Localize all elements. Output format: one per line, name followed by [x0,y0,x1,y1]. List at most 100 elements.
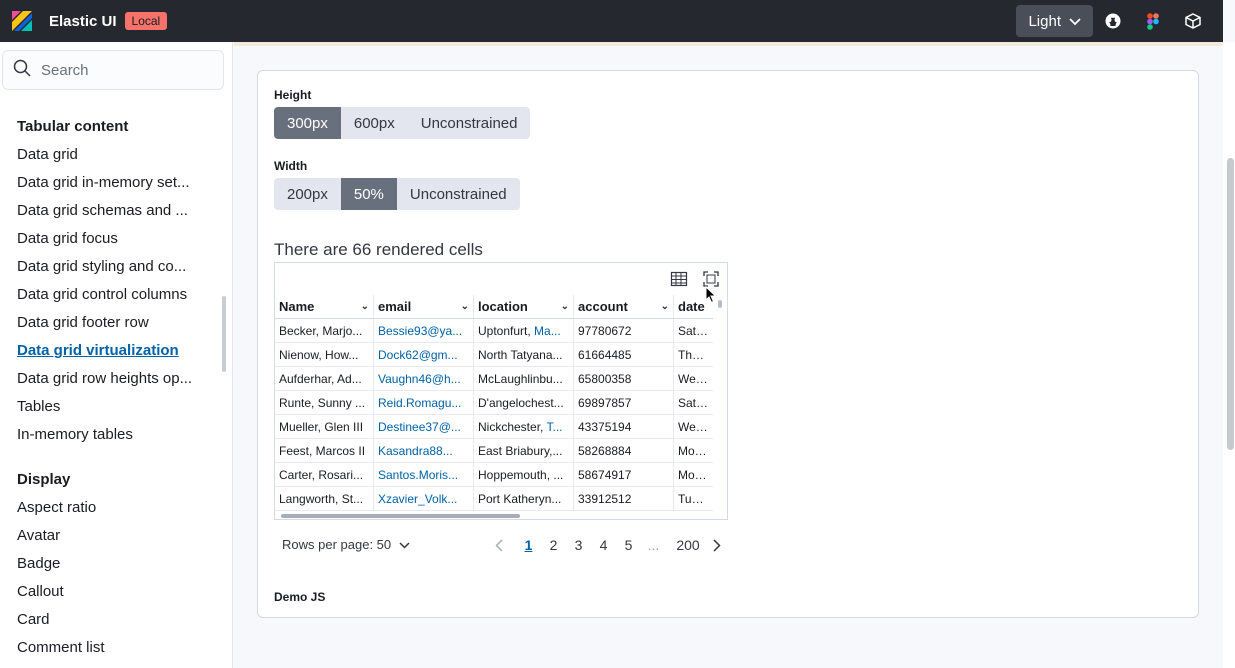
grid-vertical-scrollbar[interactable] [718,300,722,308]
figma-icon[interactable] [1133,5,1173,37]
sidebar-item-badge[interactable]: Badge [17,550,232,578]
cell-location[interactable]: Uptonfurt, Ma... [474,319,574,342]
width-unconstrained-button[interactable]: Unconstrained [396,178,520,210]
theme-switcher-button[interactable]: Light [1016,5,1093,37]
cell-email[interactable]: Vaughn46@h... [374,367,474,390]
cell-location[interactable]: McLaughlinbu... [474,367,574,390]
cell-email[interactable]: Dock62@gm... [374,343,474,366]
cell-date[interactable]: Thu A [674,343,713,366]
cell-date[interactable]: Wed J [674,367,713,390]
page-1-button[interactable]: 1 [516,537,541,553]
page-last-button[interactable]: 200 [666,537,710,553]
email-link[interactable]: Kasandra88... [378,444,469,458]
email-link[interactable]: Reid.Romagu... [378,396,469,410]
sidebar-item-data-grid-footer-row[interactable]: Data grid footer row [17,309,232,337]
sidebar-item-callout[interactable]: Callout [17,578,232,606]
email-link[interactable]: Dock62@gm... [378,348,469,362]
cell-email[interactable]: Santos.Moris... [374,463,474,486]
sidebar-item-data-grid-styling[interactable]: Data grid styling and co... [17,253,232,281]
height-unconstrained-button[interactable]: Unconstrained [407,107,531,139]
chevron-down-icon[interactable]: ⌄ [561,301,569,312]
cube-icon[interactable] [1173,5,1213,37]
sidebar-item-data-grid-control-columns[interactable]: Data grid control columns [17,281,232,309]
email-link[interactable]: Bessie93@ya... [378,324,469,338]
chevron-down-icon[interactable]: ⌄ [361,301,369,312]
cell-name[interactable]: Carter, Rosari... [275,463,374,486]
cell-location[interactable]: D'angelochest... [474,391,574,414]
sidebar-item-tables[interactable]: Tables [17,393,232,421]
chevron-down-icon[interactable]: ⌄ [661,301,669,312]
height-600px-button[interactable]: 600px [340,107,408,139]
cell-date[interactable]: Mon C [674,439,713,462]
cell-name[interactable]: Mueller, Glen III [275,415,374,438]
page-2-button[interactable]: 2 [541,537,566,553]
cell-name[interactable]: Feest, Marcos II [275,439,374,462]
rows-per-page-button[interactable]: Rows per page: 50 [282,537,410,552]
width-200px-button[interactable]: 200px [274,178,341,210]
brand-title[interactable]: Elastic UI [49,13,117,30]
sidebar-item-data-grid[interactable]: Data grid [17,141,232,169]
cell-account[interactable]: 58268884 [574,439,674,462]
chevron-down-icon[interactable]: ⌄ [461,301,469,312]
cell-email[interactable]: Reid.Romagu... [374,391,474,414]
sidebar-item-in-memory-tables[interactable]: In-memory tables [17,421,232,449]
cell-date[interactable]: Wed N [674,415,713,438]
location-link[interactable]: Ma... [534,324,561,338]
search-input[interactable]: Search [2,50,224,90]
cell-account[interactable]: 69897857 [574,391,674,414]
sidebar-item-data-grid-focus[interactable]: Data grid focus [17,225,232,253]
cell-name[interactable]: Runte, Sunny ... [275,391,374,414]
location-link[interactable]: T... [546,420,562,434]
cell-date[interactable]: Sat Ap [674,391,713,414]
cell-location[interactable]: East Briabury,... [474,439,574,462]
cell-account[interactable]: 61664485 [574,343,674,366]
cell-location[interactable]: Nickchester, T... [474,415,574,438]
email-link[interactable]: Destinee37@... [378,420,469,434]
column-header-email[interactable]: email ⌄ [374,295,474,318]
cell-email[interactable]: Bessie93@ya... [374,319,474,342]
column-header-location[interactable]: location ⌄ [474,295,574,318]
cell-name[interactable]: Nienow, How... [275,343,374,366]
sidebar-item-data-grid-schemas[interactable]: Data grid schemas and ... [17,197,232,225]
page-4-button[interactable]: 4 [591,537,616,553]
cell-email[interactable]: Destinee37@... [374,415,474,438]
github-icon[interactable] [1093,5,1133,37]
chevron-right-icon[interactable] [710,538,724,552]
sidebar-scrollbar[interactable] [222,296,226,372]
sidebar-item-data-grid-in-memory[interactable]: Data grid in-memory set... [17,169,232,197]
email-link[interactable]: Vaughn46@h... [378,372,469,386]
column-header-name[interactable]: Name ⌄ [275,295,374,318]
height-300px-button[interactable]: 300px [274,107,341,139]
cell-account[interactable]: 43375194 [574,415,674,438]
cell-date[interactable]: Tue M [674,487,713,510]
sidebar-item-card[interactable]: Card [17,606,232,634]
cell-name[interactable]: Aufderhar, Ad... [275,367,374,390]
cell-name[interactable]: Becker, Marjo... [275,319,374,342]
page-scrollbar-thumb[interactable] [1227,158,1234,450]
cell-location[interactable]: Hoppemouth, ... [474,463,574,486]
grid-horizontal-scrollbar[interactable] [281,514,520,518]
column-header-account[interactable]: account ⌄ [574,295,674,318]
width-50-percent-button[interactable]: 50% [340,178,397,210]
sidebar-item-data-grid-row-heights[interactable]: Data grid row heights op... [17,365,232,393]
sidebar-item-data-grid-virtualization[interactable]: Data grid virtualization [17,337,232,365]
cell-account[interactable]: 58674917 [574,463,674,486]
page-3-button[interactable]: 3 [566,537,591,553]
chevron-left-icon[interactable] [492,538,506,552]
sidebar-item-aspect-ratio[interactable]: Aspect ratio [17,494,232,522]
cell-account[interactable]: 65800358 [574,367,674,390]
cell-name[interactable]: Langworth, St... [275,487,374,510]
cell-account[interactable]: 33912512 [574,487,674,510]
cell-email[interactable]: Xzavier_Volk... [374,487,474,510]
sidebar-item-comment-list[interactable]: Comment list [17,634,232,662]
email-link[interactable]: Santos.Moris... [378,468,469,482]
email-link[interactable]: Xzavier_Volk... [378,492,469,506]
cell-location[interactable]: Port Katheryn... [474,487,574,510]
cell-date[interactable]: Mon J [674,463,713,486]
sidebar-item-avatar[interactable]: Avatar [17,522,232,550]
cell-account[interactable]: 97780672 [574,319,674,342]
cell-location[interactable]: North Tatyana... [474,343,574,366]
cell-date[interactable]: Sat Ju [674,319,713,342]
elastic-logo-icon[interactable] [9,8,35,34]
table-density-icon[interactable] [670,270,688,288]
